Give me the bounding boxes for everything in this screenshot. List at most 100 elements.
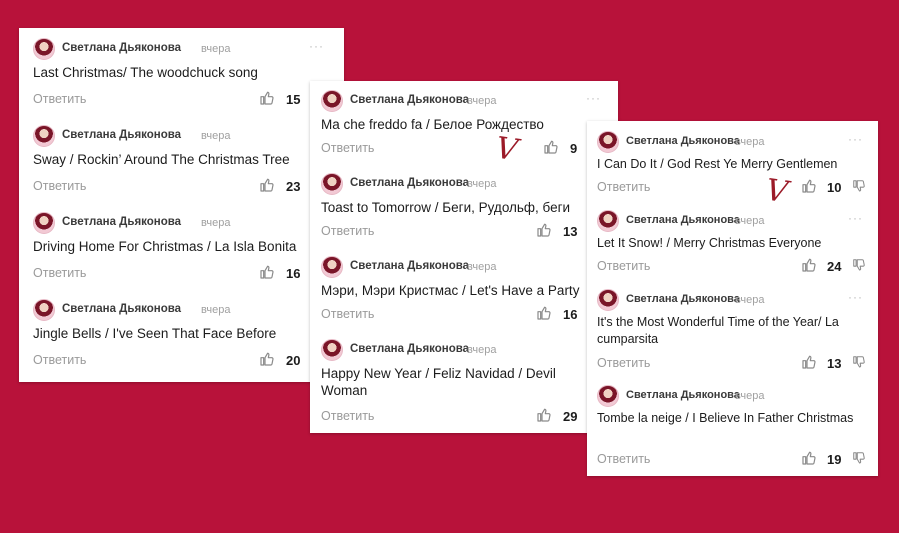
comment-text: Let It Snow! / Merry Christmas Everyone — [597, 236, 822, 250]
comment-time: вчера — [201, 304, 231, 316]
comment-time: вчера — [735, 390, 765, 402]
author-name[interactable]: Светлана Дьяконова — [626, 293, 740, 305]
avatar[interactable] — [321, 256, 343, 278]
like-count: 20 — [286, 353, 301, 368]
like-count: 16 — [286, 266, 301, 281]
reply-button[interactable]: Ответить — [597, 259, 650, 273]
comment-header: Светлана Дьяконова вчера ··· — [597, 289, 878, 313]
author-name[interactable]: Светлана Дьяконова — [350, 177, 469, 189]
like-icon[interactable] — [543, 139, 559, 155]
reply-button[interactable]: Ответить — [33, 353, 86, 367]
author-name[interactable]: Светлана Дьяконова — [62, 216, 181, 228]
reply-button[interactable]: Ответить — [597, 356, 650, 370]
like-count: 13 — [827, 356, 842, 371]
reply-button[interactable]: Ответить — [33, 92, 86, 106]
author-name[interactable]: Светлана Дьяконова — [626, 389, 740, 401]
comment-text: Ma che freddo fa / Белое Рождество — [321, 117, 544, 132]
comment-header: Светлана Дьяконова вчера ··· — [33, 212, 344, 236]
dislike-icon[interactable] — [852, 355, 866, 369]
like-count: 16 — [563, 307, 578, 322]
like-icon[interactable] — [801, 257, 817, 273]
comment-text: I Can Do It / God Rest Ye Merry Gentleme… — [597, 157, 838, 171]
like-count: 24 — [827, 259, 842, 274]
author-name[interactable]: Светлана Дьяконова — [350, 343, 469, 355]
comment-time: вчера — [201, 217, 231, 229]
author-name[interactable]: Светлана Дьяконова — [62, 129, 181, 141]
comment-text: Toast to Tomorrow / Беги, Рудольф, беги — [321, 200, 571, 215]
reply-button[interactable]: Ответить — [597, 180, 650, 194]
reply-button[interactable]: Ответить — [33, 179, 86, 193]
comment-header: Светлана Дьяконова вчера ··· — [33, 38, 344, 62]
reply-button[interactable]: Ответить — [321, 141, 374, 155]
comment-header: Светлана Дьяконова вчера ··· — [33, 299, 344, 323]
avatar[interactable] — [597, 210, 619, 232]
comment-time: вчера — [735, 215, 765, 227]
like-icon[interactable] — [801, 178, 817, 194]
comment-text: Tombe la neige / I Believe In Father Chr… — [597, 411, 854, 425]
avatar[interactable] — [321, 90, 343, 112]
comment-time: вчера — [467, 178, 497, 190]
handwritten-check-mark: V — [493, 130, 521, 169]
comment-text: Last Christmas/ The woodchuck song — [33, 65, 258, 80]
like-count: 29 — [563, 409, 578, 424]
comment-header: Светлана Дьяконова вчера ··· — [33, 125, 344, 149]
avatar[interactable] — [597, 385, 619, 407]
like-icon[interactable] — [259, 351, 275, 367]
comment-text: Happy New Year / Feliz Navidad / Devil W… — [321, 366, 556, 398]
comment-time: вчера — [467, 95, 497, 107]
avatar[interactable] — [33, 212, 55, 234]
comment-panel-3: Светлана Дьяконова вчера ··· I Can Do It… — [587, 121, 878, 476]
like-icon[interactable] — [536, 407, 552, 423]
like-icon[interactable] — [259, 90, 275, 106]
comment-text: It's the Most Wonderful Time of the Year… — [597, 315, 839, 346]
more-options-icon[interactable]: ··· — [848, 290, 863, 304]
dislike-icon[interactable] — [852, 179, 866, 193]
reply-button[interactable]: Ответить — [597, 452, 650, 466]
like-icon[interactable] — [801, 450, 817, 466]
avatar[interactable] — [33, 299, 55, 321]
reply-button[interactable]: Ответить — [321, 409, 374, 423]
reply-button[interactable]: Ответить — [321, 224, 374, 238]
avatar[interactable] — [597, 289, 619, 311]
like-icon[interactable] — [536, 222, 552, 238]
author-name[interactable]: Светлана Дьяконова — [62, 42, 181, 54]
comment-header: Светлана Дьяконова вчера ··· — [321, 173, 618, 197]
more-options-icon[interactable]: ··· — [848, 132, 863, 146]
author-name[interactable]: Светлана Дьяконова — [350, 260, 469, 272]
like-icon[interactable] — [259, 264, 275, 280]
comment-time: вчера — [735, 294, 765, 306]
more-options-icon[interactable]: ··· — [309, 39, 324, 53]
author-name[interactable]: Светлана Дьяконова — [62, 303, 181, 315]
reply-button[interactable]: Ответить — [33, 266, 86, 280]
comment-text: Driving Home For Christmas / La Isla Bon… — [33, 239, 297, 254]
comment-text: Jingle Bells / I've Seen That Face Befor… — [33, 326, 277, 341]
like-icon[interactable] — [536, 305, 552, 321]
avatar[interactable] — [321, 339, 343, 361]
like-count: 23 — [286, 179, 301, 194]
comment-time: вчера — [467, 344, 497, 356]
comment-header: Светлана Дьяконова вчера ··· — [321, 90, 618, 114]
like-icon[interactable] — [259, 177, 275, 193]
like-count: 10 — [827, 180, 842, 195]
avatar[interactable] — [33, 125, 55, 147]
comment-header: Светлана Дьяконова вчера — [597, 385, 878, 409]
more-options-icon[interactable]: ··· — [586, 91, 601, 105]
avatar[interactable] — [321, 173, 343, 195]
comment-header: Светлана Дьяконова вчера ··· — [321, 339, 618, 363]
author-name[interactable]: Светлана Дьяконова — [626, 214, 740, 226]
dislike-icon[interactable] — [852, 451, 866, 465]
comment-time: вчера — [201, 43, 231, 55]
comment-panel-1: Светлана Дьяконова вчера ··· Last Christ… — [19, 28, 344, 382]
avatar[interactable] — [597, 131, 619, 153]
author-name[interactable]: Светлана Дьяконова — [350, 94, 469, 106]
comment-header: Светлана Дьяконова вчера ··· — [597, 210, 878, 234]
more-options-icon[interactable]: ··· — [848, 211, 863, 225]
dislike-icon[interactable] — [852, 258, 866, 272]
comment-time: вчера — [735, 136, 765, 148]
like-icon[interactable] — [801, 354, 817, 370]
author-name[interactable]: Светлана Дьяконова — [626, 135, 740, 147]
comment-header: Светлана Дьяконова вчера ··· — [597, 131, 878, 155]
handwritten-check-mark: V — [763, 172, 791, 211]
avatar[interactable] — [33, 38, 55, 60]
reply-button[interactable]: Ответить — [321, 307, 374, 321]
